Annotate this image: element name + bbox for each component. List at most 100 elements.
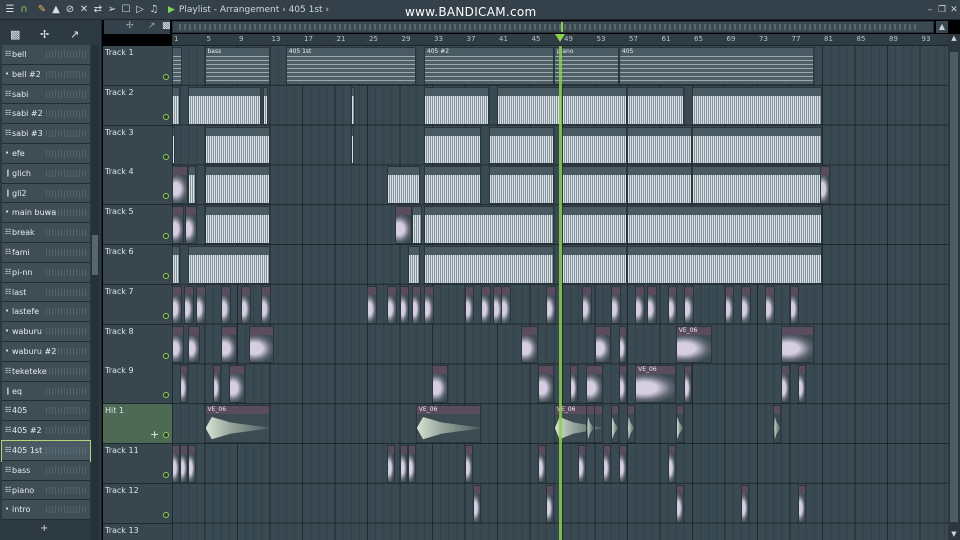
pattern-clip[interactable] <box>423 206 554 244</box>
pattern-clip[interactable] <box>537 445 546 483</box>
pattern-item[interactable]: ☷ last <box>2 282 90 303</box>
track-name[interactable]: Track 13 <box>105 526 139 535</box>
pattern-clip[interactable]: bass <box>204 47 270 85</box>
pattern-clip[interactable] <box>395 206 412 244</box>
pattern-clip[interactable] <box>407 246 420 284</box>
pattern-clip[interactable] <box>675 484 684 523</box>
track-header[interactable]: Track 13 <box>103 523 172 540</box>
track-mute-led[interactable] <box>163 273 169 279</box>
song-overview[interactable] <box>172 21 934 33</box>
track-name[interactable]: Track 11 <box>105 446 139 455</box>
pattern-clip[interactable] <box>188 246 270 284</box>
pattern-item[interactable]: ☷ break <box>2 223 90 243</box>
pattern-clip[interactable] <box>185 206 198 244</box>
track-mute-led[interactable] <box>163 472 169 478</box>
pattern-clip[interactable] <box>472 484 481 523</box>
track-mute-led[interactable] <box>163 352 169 359</box>
picker-scrollbar[interactable] <box>91 45 99 540</box>
add-clip-icon[interactable]: + <box>150 428 159 441</box>
vertical-scroll-thumb[interactable] <box>950 52 958 522</box>
pattern-clip[interactable] <box>464 445 473 483</box>
pattern-clip[interactable] <box>172 166 189 205</box>
pattern-clip[interactable] <box>249 325 274 364</box>
breadcrumb[interactable]: ▶ Playlist - Arrangement › 405 1st › <box>168 4 329 16</box>
track-name[interactable]: Hit 1 <box>105 406 124 415</box>
menu-icon[interactable]: ☰ <box>4 4 16 16</box>
pattern-item[interactable]: ☷ 405 <box>2 401 90 422</box>
pattern-clip[interactable] <box>172 126 176 165</box>
piano-keys-icon[interactable]: ▩ <box>162 21 171 31</box>
track-header[interactable]: Track 7 <box>103 284 172 325</box>
pattern-item[interactable]: • lastefe <box>2 302 90 323</box>
add-pattern-button[interactable]: + <box>40 523 48 534</box>
pattern-clip[interactable] <box>423 166 481 205</box>
pattern-clip[interactable] <box>692 86 822 125</box>
pattern-clip[interactable] <box>667 285 678 324</box>
pattern-item[interactable]: • efe <box>2 143 90 164</box>
pattern-clip[interactable] <box>797 484 806 523</box>
pattern-clip[interactable] <box>204 126 270 165</box>
zoom-icon[interactable]: ☐ <box>120 4 132 16</box>
pattern-clip[interactable] <box>204 206 270 244</box>
track-name[interactable]: Track 8 <box>105 327 134 336</box>
track-name[interactable]: Track 7 <box>105 287 134 296</box>
track-name[interactable]: Track 3 <box>105 128 134 137</box>
pattern-clip[interactable] <box>350 126 354 165</box>
track-name[interactable]: Track 2 <box>105 88 134 97</box>
track-header[interactable]: Track 8 <box>103 324 172 365</box>
pattern-clip[interactable] <box>220 285 231 324</box>
pattern-clip[interactable] <box>188 166 197 205</box>
pattern-clip[interactable] <box>683 365 692 404</box>
pattern-clip[interactable] <box>586 365 603 404</box>
track-mute-led[interactable] <box>163 432 169 439</box>
pattern-clip[interactable] <box>432 365 449 404</box>
pattern-clip[interactable] <box>562 166 627 205</box>
pattern-clip[interactable] <box>683 285 694 324</box>
pattern-clip[interactable] <box>480 285 491 324</box>
pattern-item[interactable]: ☷ bell <box>2 45 90 65</box>
pattern-item[interactable]: • waburu <box>2 322 90 342</box>
pattern-item[interactable]: ☷ 405 1st <box>1 439 91 462</box>
pattern-clip[interactable] <box>399 285 410 324</box>
pattern-clip[interactable] <box>627 86 684 125</box>
mute-icon[interactable]: ✕ <box>78 4 90 16</box>
minimize-icon[interactable]: – <box>924 4 936 16</box>
pattern-clip[interactable] <box>562 86 627 125</box>
pattern-clip[interactable]: 405 1st <box>285 47 416 85</box>
track-mute-led[interactable] <box>163 153 169 160</box>
pattern-clip[interactable] <box>172 246 181 284</box>
track-name[interactable]: Track 12 <box>105 486 139 495</box>
pattern-clip[interactable] <box>627 405 636 443</box>
pattern-clip[interactable]: 405 #2 <box>423 47 554 85</box>
pattern-clip[interactable] <box>545 285 556 324</box>
pattern-clip[interactable]: VE_06 <box>635 365 676 404</box>
pattern-clip[interactable] <box>773 405 782 443</box>
pattern-clip[interactable] <box>423 285 434 324</box>
pattern-clip[interactable] <box>618 445 627 483</box>
pattern-clip[interactable] <box>220 325 237 364</box>
pattern-clip[interactable] <box>582 285 593 324</box>
pattern-clip[interactable] <box>627 166 692 205</box>
playback-icon[interactable]: ▷ <box>134 4 146 16</box>
track-header[interactable]: Track 2 <box>103 85 172 126</box>
maximize-icon[interactable]: ❐ <box>936 4 948 16</box>
track-header[interactable]: Track 4 <box>103 165 172 206</box>
magnet-icon[interactable]: ∩ <box>18 4 30 16</box>
pattern-clip[interactable] <box>464 285 475 324</box>
pattern-clip[interactable]: VE_06 <box>204 405 270 443</box>
pattern-clip[interactable] <box>635 285 645 324</box>
delete-icon[interactable]: ⊘ <box>64 4 76 16</box>
track-header[interactable]: Track 3 <box>103 125 172 166</box>
pattern-clip[interactable] <box>263 86 268 125</box>
pattern-clip[interactable] <box>627 206 822 244</box>
pattern-clip[interactable] <box>537 365 554 404</box>
pattern-clip[interactable] <box>423 246 554 284</box>
pattern-clip[interactable]: VE_06 <box>415 405 481 443</box>
pattern-clip[interactable] <box>172 325 185 364</box>
vertical-scrollbar[interactable]: ▲ ▼ <box>948 34 960 540</box>
pattern-clip[interactable] <box>172 445 181 483</box>
pattern-clip[interactable] <box>196 285 207 324</box>
pattern-clip[interactable] <box>399 445 408 483</box>
pattern-clip[interactable] <box>350 86 355 125</box>
slip-icon[interactable]: ⇄ <box>92 4 104 16</box>
